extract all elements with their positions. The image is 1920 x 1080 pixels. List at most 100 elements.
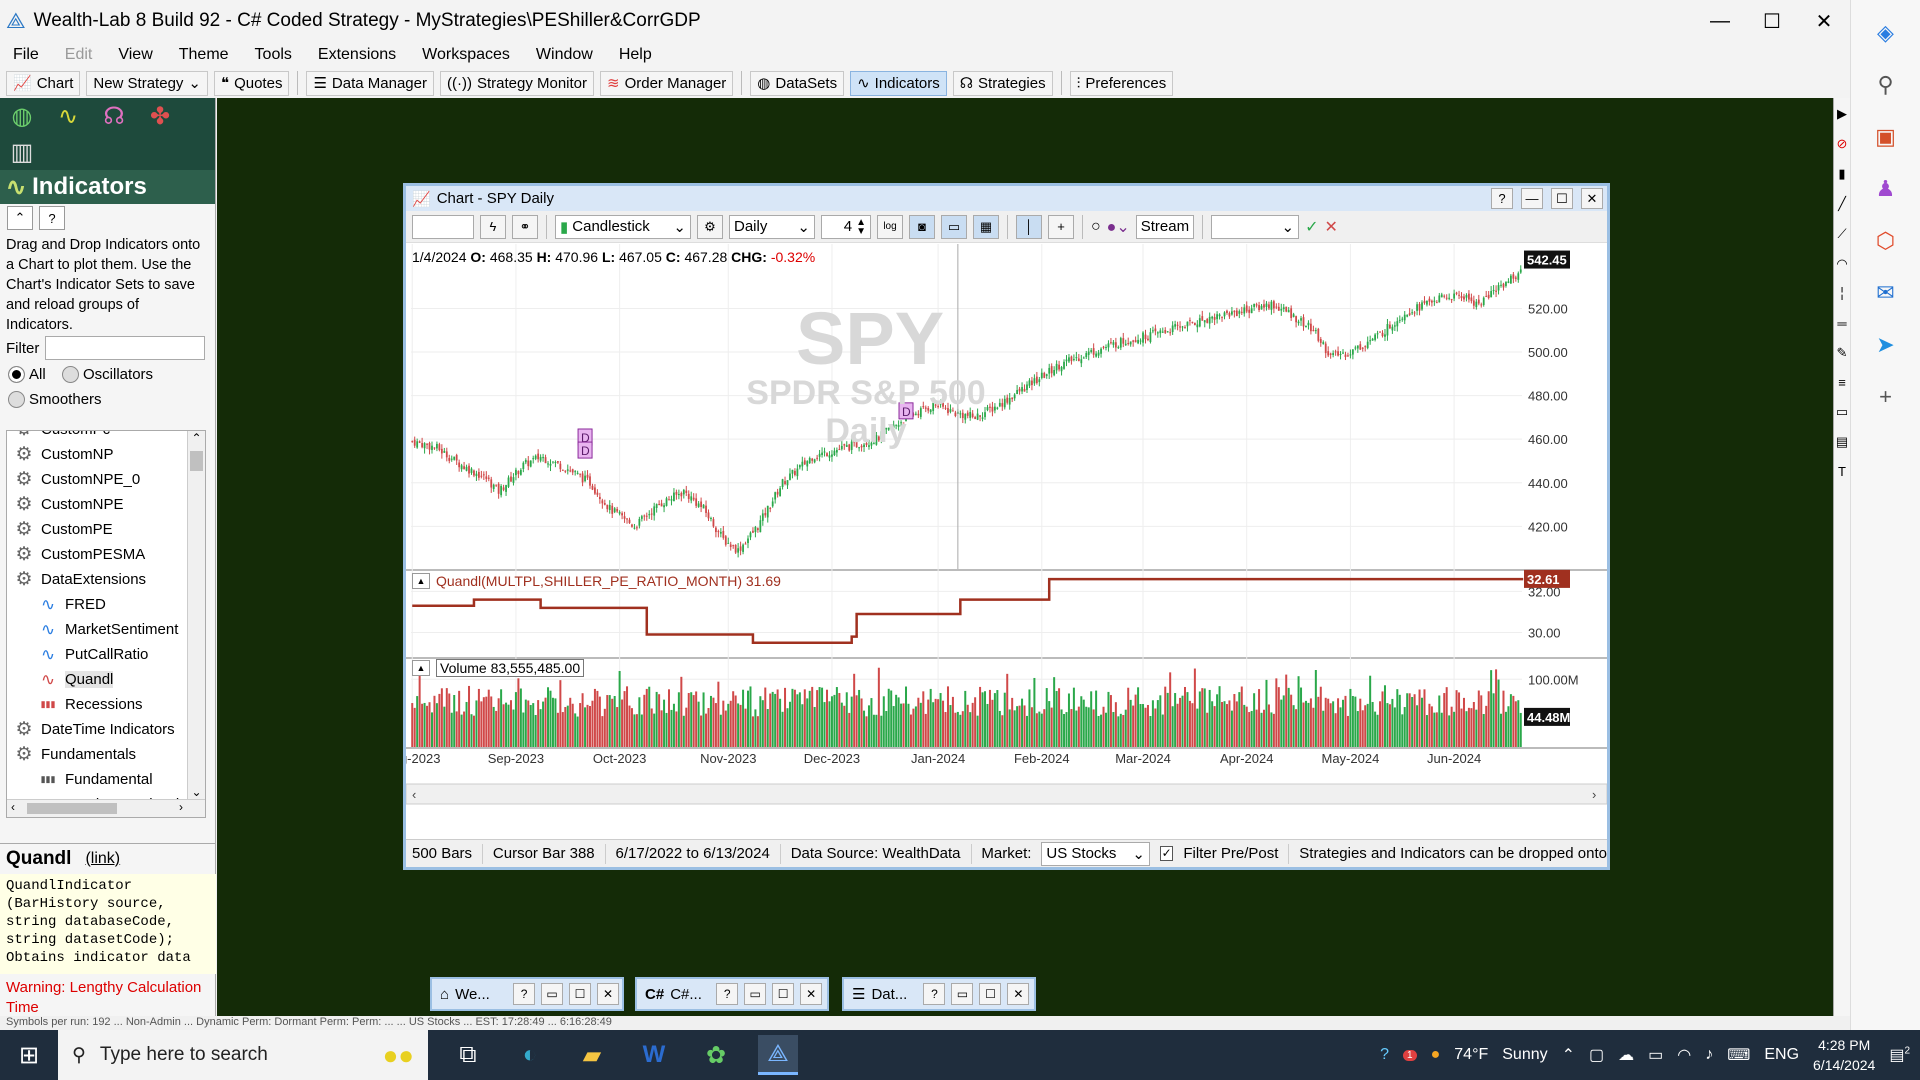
data-manager-button[interactable]: ☰ Data Manager	[306, 70, 434, 96]
tree-item[interactable]: ▮▮▮ Recessions	[7, 692, 189, 717]
maximize-button[interactable]: ☐	[569, 983, 592, 1005]
log-scale-button[interactable]: log	[877, 214, 903, 239]
close-button[interactable]: ✕	[1007, 983, 1030, 1005]
windows-start-icon[interactable]: ⊞	[0, 1030, 58, 1080]
text-tool-icon[interactable]: T	[1838, 464, 1846, 479]
no-entry-icon[interactable]: ⊘	[1837, 136, 1848, 152]
datasets-button[interactable]: ◍ DataSets	[750, 70, 845, 96]
minimized-window-csharp[interactable]: C# C#... ? ▭ ☐ ✕	[635, 977, 829, 1011]
crosshair-icon[interactable]: +	[1048, 214, 1074, 239]
menu-theme[interactable]: Theme	[166, 46, 242, 64]
close-button[interactable]: ✕	[800, 983, 823, 1005]
strategy-dropdown[interactable]: ⌄	[1211, 214, 1300, 239]
chart-minimize-button[interactable]: —	[1521, 188, 1543, 209]
panes-icon[interactable]: ▭	[941, 214, 967, 239]
file-explorer-icon[interactable]: ▰	[572, 1035, 612, 1075]
restore-button[interactable]: ▭	[951, 983, 974, 1005]
word-icon[interactable]: W	[634, 1035, 674, 1075]
calendar-icon[interactable]: ▦	[973, 214, 999, 239]
bar-spacing-stepper[interactable]: 4 ▲ ▼	[821, 214, 871, 239]
menu-view[interactable]: View	[105, 46, 165, 64]
people-icon[interactable]: ♟	[1871, 174, 1901, 204]
provider-icon[interactable]: ●⌄	[1107, 217, 1130, 237]
clock[interactable]: 4:28 PM 6/14/2024	[1813, 1035, 1875, 1075]
library-icon[interactable]: ▥	[6, 138, 38, 166]
collapse-pane-button[interactable]: ▲	[412, 573, 430, 589]
tree-item[interactable]: ⚙ CustomNPE_0	[7, 467, 189, 492]
chart-button[interactable]: 📈 Chart	[6, 70, 81, 96]
line-tool-icon[interactable]: ╱	[1838, 196, 1846, 212]
chart-help-button[interactable]: ?	[1491, 188, 1513, 209]
indicator-doc-link[interactable]: (link)	[85, 850, 120, 868]
pen-icon[interactable]: ✎	[1837, 345, 1848, 361]
menu-tools[interactable]: Tools	[242, 46, 305, 64]
tree-item[interactable]: ⚙ CustomPESMA	[7, 542, 189, 567]
menu-window[interactable]: Window	[523, 46, 606, 64]
brain-icon[interactable]: ☊	[98, 102, 130, 130]
wave-icon[interactable]: ∿	[52, 102, 84, 130]
strategies-button[interactable]: ☊ Strategies	[952, 70, 1053, 96]
tree-item[interactable]: ▮▮▮ Fundamental	[7, 767, 189, 792]
menu-edit[interactable]: Edit	[52, 46, 106, 64]
add-icon[interactable]: +	[1871, 382, 1901, 412]
help-button[interactable]: ?	[39, 206, 65, 230]
filter-input[interactable]	[45, 336, 206, 360]
chart-maximize-button[interactable]: ☐	[1551, 188, 1573, 209]
new-strategy-dropdown[interactable]: New Strategy ⌄	[86, 70, 208, 96]
tree-hscrollbar[interactable]: ‹ ›	[7, 799, 205, 817]
restore-button[interactable]: ▭	[744, 983, 767, 1005]
arc-icon[interactable]: ◠	[1836, 256, 1847, 272]
chart-style-dropdown[interactable]: ▮ Candlestick ⌄	[555, 214, 691, 239]
cancel-icon[interactable]: ✕	[1325, 217, 1338, 237]
channel-icon[interactable]: ═	[1837, 316, 1846, 331]
tree-vscrollbar[interactable]: ⌃ ⌄	[187, 431, 205, 817]
close-button[interactable]: ✕	[1798, 0, 1850, 42]
collapse-pane-button[interactable]: ▲	[412, 660, 430, 676]
radio-smoothers[interactable]	[8, 391, 25, 408]
collapse-all-button[interactable]: ⌃	[7, 206, 33, 230]
help-button[interactable]: ?	[923, 983, 946, 1005]
help-button[interactable]: ?	[513, 983, 536, 1005]
tree-item[interactable]: ⚙CustomPc	[7, 431, 189, 442]
rect-icon[interactable]: ▭	[1836, 404, 1848, 420]
scale-dropdown[interactable]: Daily ⌄	[729, 214, 815, 239]
battery-icon[interactable]: ▭	[1648, 1045, 1663, 1065]
chart-window-titlebar[interactable]: 📈 Chart - SPY Daily ? — ☐ ✕	[406, 186, 1607, 211]
keyboard-icon[interactable]: ⌨	[1727, 1045, 1750, 1065]
help-button[interactable]: ?	[716, 983, 739, 1005]
tree-item[interactable]: ∿ PutCallRatio	[7, 642, 189, 667]
task-view-icon[interactable]: ⧉	[448, 1035, 488, 1075]
outlook-icon[interactable]: ✉	[1871, 278, 1901, 308]
maximize-button[interactable]: ☐	[979, 983, 1002, 1005]
globe-icon[interactable]: ◍	[6, 102, 38, 130]
maximize-button[interactable]: ☐	[772, 983, 795, 1005]
restore-button[interactable]: ▭	[541, 983, 564, 1005]
preferences-button[interactable]: ⫶ Preferences	[1069, 70, 1174, 96]
molecule-icon[interactable]: ✤	[144, 102, 176, 130]
tree-item[interactable]: ∿ Quandl	[7, 667, 189, 692]
tree-item[interactable]: ⚙ CustomPE	[7, 517, 189, 542]
polyline-icon[interactable]: ⟋	[1837, 226, 1846, 242]
menu-help[interactable]: Help	[606, 46, 665, 64]
meet-icon[interactable]: ▢	[1589, 1045, 1604, 1065]
chevron-up-icon[interactable]: ⌃	[1562, 1045, 1575, 1065]
indicators-button[interactable]: ∿ Indicators	[850, 70, 947, 96]
office-icon[interactable]: ⬡	[1871, 226, 1901, 256]
tree-item[interactable]: ⚙ DataExtensions	[7, 567, 189, 592]
tree-item[interactable]: ⚙ CustomNP	[7, 442, 189, 467]
edge-icon[interactable]: ◐	[510, 1035, 550, 1075]
search-icon[interactable]: ⚲	[1871, 70, 1901, 100]
symbol-input[interactable]	[412, 214, 474, 239]
cloud-icon[interactable]: ☁	[1618, 1045, 1634, 1065]
minimized-window-data[interactable]: ☰ Dat... ? ▭ ☐ ✕	[842, 977, 1036, 1011]
menu-workspaces[interactable]: Workspaces	[409, 46, 523, 64]
filter-checkbox[interactable]: ✓	[1159, 846, 1174, 861]
toolbox-icon[interactable]: ▣	[1871, 122, 1901, 152]
stream-button[interactable]: Stream	[1135, 214, 1195, 239]
tree-item[interactable]: ∿ FRED	[7, 592, 189, 617]
tree-item[interactable]: ∿ MarketSentiment	[7, 617, 189, 642]
app-tree-icon[interactable]: ✿	[696, 1035, 736, 1075]
strategy-monitor-button[interactable]: ((·)) Strategy Monitor	[439, 70, 594, 96]
tree-item[interactable]: ⚙ CustomNPE	[7, 492, 189, 517]
maximize-button[interactable]: ☐	[1746, 0, 1798, 42]
